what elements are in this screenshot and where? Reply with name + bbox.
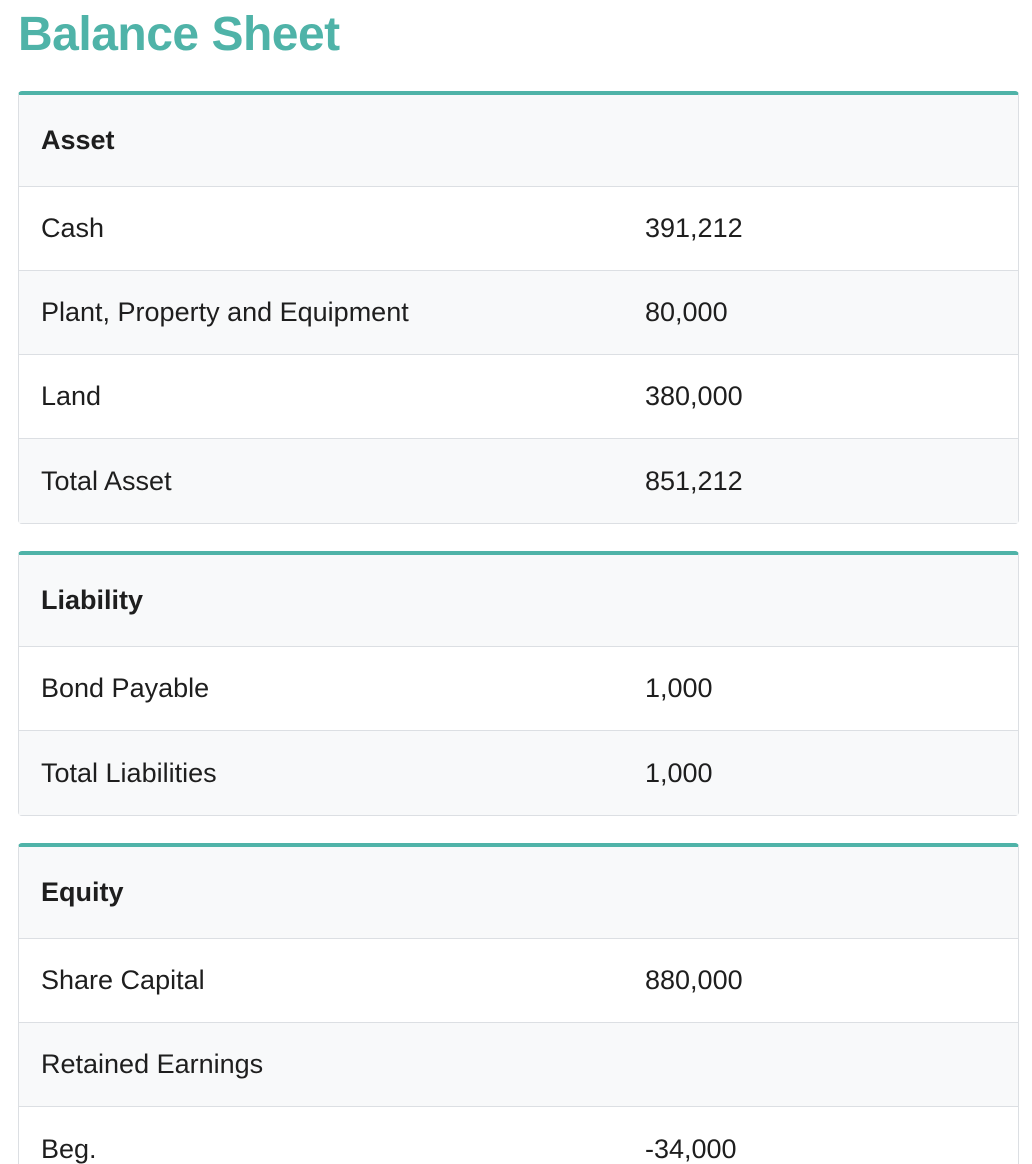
table-row: Cash 391,212 — [19, 187, 1018, 271]
page-title: Balance Sheet — [18, 8, 340, 61]
table-row: Total Liabilities 1,000 — [19, 731, 1018, 815]
row-value: -34,000 — [645, 1133, 737, 1164]
row-label: Land — [41, 381, 102, 411]
row-value: 1,000 — [645, 757, 713, 788]
table-row: Bond Payable 1,000 — [19, 647, 1018, 731]
row-label: Share Capital — [41, 965, 205, 995]
table-row: Total Asset 851,212 — [19, 439, 1018, 523]
row-value: 80,000 — [645, 297, 728, 327]
liability-heading: Liability — [19, 555, 1018, 647]
row-value: 880,000 — [645, 965, 743, 995]
row-label: Plant, Property and Equipment — [41, 297, 409, 327]
row-label: Total Liabilities — [41, 757, 217, 788]
table-row: Share Capital 880,000 — [19, 939, 1018, 1023]
row-value: 851,212 — [645, 465, 743, 496]
row-label: Bond Payable — [41, 673, 210, 703]
row-label: Cash — [41, 213, 105, 243]
row-label: Total Asset — [41, 465, 172, 496]
equity-panel: Equity Share Capital 880,000 Retained Ea… — [18, 843, 1019, 1164]
equity-heading: Equity — [19, 847, 1018, 939]
liability-panel: Liability Bond Payable 1,000 Total Liabi… — [18, 551, 1019, 816]
row-value: 391,212 — [645, 213, 743, 243]
row-label: Beg. — [41, 1133, 97, 1164]
table-row: Retained Earnings — [19, 1023, 1018, 1107]
table-row: Beg. -34,000 — [19, 1107, 1018, 1164]
table-row: Plant, Property and Equipment 80,000 — [19, 271, 1018, 355]
table-row: Land 380,000 — [19, 355, 1018, 439]
row-value: 1,000 — [645, 673, 713, 703]
row-label: Retained Earnings — [41, 1049, 264, 1079]
row-value: 380,000 — [645, 381, 743, 411]
asset-heading: Asset — [19, 95, 1018, 187]
asset-panel: Asset Cash 391,212 Plant, Property and E… — [18, 91, 1019, 524]
